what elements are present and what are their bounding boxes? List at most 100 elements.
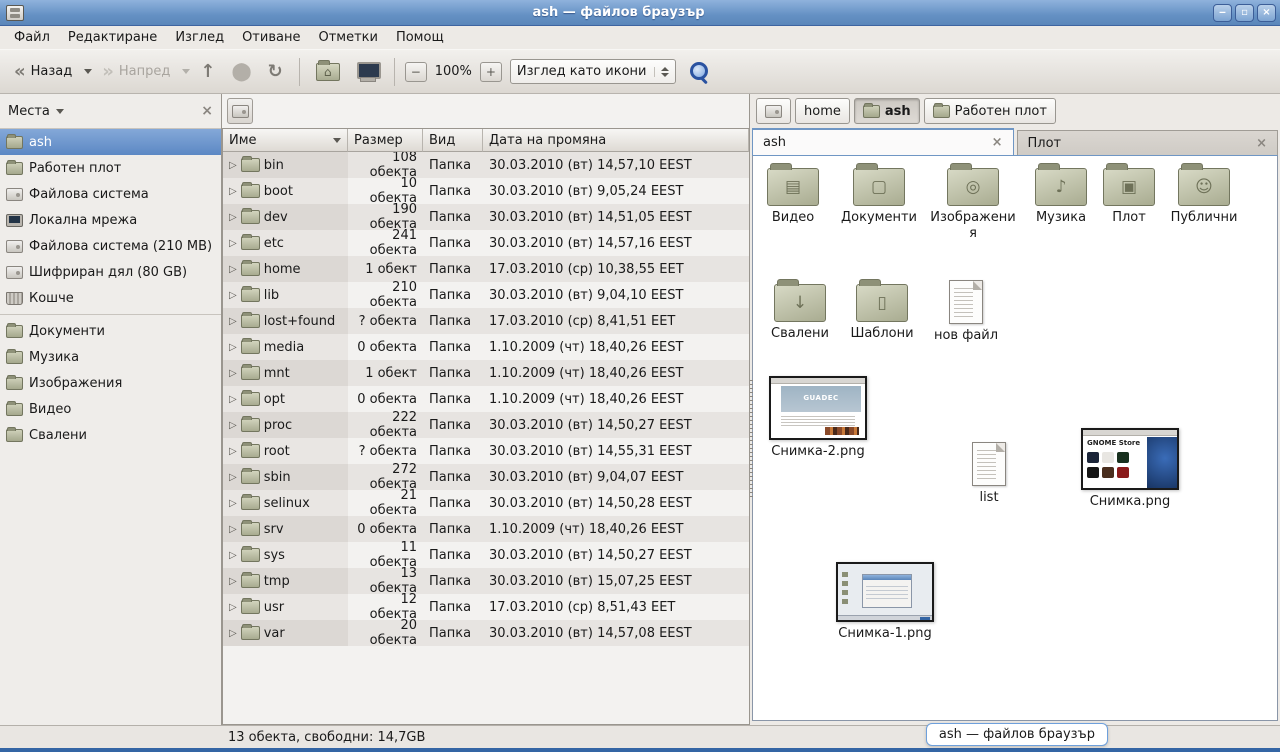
path-button-root[interactable]: [756, 98, 791, 124]
expander-icon[interactable]: ▷: [229, 290, 237, 301]
expander-icon[interactable]: ▷: [229, 342, 237, 353]
reload-button[interactable]: ↻: [262, 59, 289, 85]
sidebar-item-Музика[interactable]: Музика: [0, 344, 221, 370]
tab-close-icon[interactable]: ×: [992, 135, 1003, 150]
file-item-Видео[interactable]: ▤Видео: [753, 168, 833, 226]
sidebar-title[interactable]: Места: [8, 104, 50, 119]
expander-icon[interactable]: ▷: [229, 472, 237, 483]
view-mode-select[interactable]: Изглед като икони: [510, 59, 677, 84]
menu-item-Отиване[interactable]: Отиване: [234, 28, 308, 47]
expander-icon[interactable]: ▷: [229, 160, 237, 171]
table-row[interactable]: ▷bin108 обектаПапка30.03.2010 (вт) 14,57…: [223, 152, 749, 178]
table-row[interactable]: ▷proc222 обектаПапка30.03.2010 (вт) 14,5…: [223, 412, 749, 438]
table-row[interactable]: ▷selinux21 обектаПапка30.03.2010 (вт) 14…: [223, 490, 749, 516]
expander-icon[interactable]: ▷: [229, 394, 237, 405]
file-item-Шаблони[interactable]: ▯Шаблони: [842, 284, 922, 342]
sidebar-item-Изображения[interactable]: Изображения: [0, 370, 221, 396]
file-item-Публични[interactable]: ☺Публични: [1162, 168, 1246, 226]
zoom-out-button[interactable]: −: [405, 62, 427, 82]
expander-icon[interactable]: ▷: [229, 238, 237, 249]
table-row[interactable]: ▷media0 обектаПапка1.10.2009 (чт) 18,40,…: [223, 334, 749, 360]
back-history-chevron-icon[interactable]: [84, 69, 92, 74]
table-row[interactable]: ▷dev190 обектаПапка30.03.2010 (вт) 14,51…: [223, 204, 749, 230]
close-button[interactable]: ×: [1257, 4, 1276, 22]
file-item-Свалени[interactable]: ↓Свалени: [760, 284, 840, 342]
table-row[interactable]: ▷tmp13 обектаПапка30.03.2010 (вт) 15,07,…: [223, 568, 749, 594]
forward-history-chevron-icon[interactable]: [182, 69, 190, 74]
file-item-Документи[interactable]: ▢Документи: [837, 168, 921, 226]
table-row[interactable]: ▷srv0 обектаПапка1.10.2009 (чт) 18,40,26…: [223, 516, 749, 542]
file-item-Снимка-2.png[interactable]: GUADECСнимка-2.png: [766, 376, 870, 460]
tab-close-icon[interactable]: ×: [1256, 136, 1267, 151]
menu-item-Изглед[interactable]: Изглед: [167, 28, 232, 47]
sidebar-close-icon[interactable]: ×: [201, 103, 213, 119]
icon-view[interactable]: ▤Видео▢Документи◎Изображения♪Музика▣Плот…: [752, 155, 1278, 721]
path-button-home[interactable]: home: [795, 98, 850, 124]
search-icon[interactable]: [688, 61, 710, 83]
table-row[interactable]: ▷boot10 обектаПапка30.03.2010 (вт) 9,05,…: [223, 178, 749, 204]
expander-icon[interactable]: ▷: [229, 264, 237, 275]
sidebar-item-Работен плот[interactable]: Работен плот: [0, 155, 221, 181]
path-button-Работен плот[interactable]: Работен плот: [924, 98, 1056, 124]
expander-icon[interactable]: ▷: [229, 420, 237, 431]
menu-item-Отметки[interactable]: Отметки: [310, 28, 385, 47]
tab-Плот[interactable]: Плот×: [1017, 130, 1279, 155]
sidebar-item-ash[interactable]: ash: [0, 129, 221, 155]
sidebar-item-Файлова система (210 MB)[interactable]: Файлова система (210 MB): [0, 233, 221, 259]
table-row[interactable]: ▷mnt1 обектПапка1.10.2009 (чт) 18,40,26 …: [223, 360, 749, 386]
expander-icon[interactable]: ▷: [229, 628, 237, 639]
expander-icon[interactable]: ▷: [229, 368, 237, 379]
forward-button[interactable]: » Напред: [96, 59, 176, 85]
back-button[interactable]: « Назад: [8, 59, 78, 85]
table-row[interactable]: ▷home1 обектПапка17.03.2010 (ср) 10,38,5…: [223, 256, 749, 282]
expander-icon[interactable]: ▷: [229, 186, 237, 197]
expander-icon[interactable]: ▷: [229, 524, 237, 535]
menu-item-Файл[interactable]: Файл: [6, 28, 58, 47]
column-header-Име[interactable]: Име: [223, 129, 348, 152]
file-item-Плот[interactable]: ▣Плот: [1089, 168, 1169, 226]
menu-item-Помощ[interactable]: Помощ: [388, 28, 452, 47]
expander-icon[interactable]: ▷: [229, 576, 237, 587]
expander-icon[interactable]: ▷: [229, 212, 237, 223]
tab-ash[interactable]: ash×: [752, 128, 1014, 155]
file-item-list[interactable]: list: [959, 442, 1019, 506]
column-header-Дата на промяна[interactable]: Дата на промяна: [483, 129, 749, 152]
minimize-button[interactable]: ‒: [1213, 4, 1232, 22]
maximize-button[interactable]: ▫: [1235, 4, 1254, 22]
root-location-button[interactable]: [227, 98, 253, 124]
sidebar-item-Видео[interactable]: Видео: [0, 396, 221, 422]
sidebar-title-chevron-icon[interactable]: [56, 109, 64, 114]
table-row[interactable]: ▷usr12 обектаПапка17.03.2010 (ср) 8,51,4…: [223, 594, 749, 620]
up-button[interactable]: ↑: [194, 59, 221, 85]
sidebar-item-Локална мрежа[interactable]: Локална мрежа: [0, 207, 221, 233]
file-item-Изображения[interactable]: ◎Изображения: [927, 168, 1019, 243]
titlebar[interactable]: ash — файлов браузър ‒ ▫ ×: [0, 0, 1280, 26]
file-item-Снимка.png[interactable]: GNOME StoreСнимка.png: [1074, 428, 1186, 510]
sidebar-item-Документи[interactable]: Документи: [0, 318, 221, 344]
sidebar-item-Кошче[interactable]: Кошче: [0, 285, 221, 311]
sidebar-item-Свалени[interactable]: Свалени: [0, 422, 221, 448]
sidebar-item-Шифриран дял (80 GB)[interactable]: Шифриран дял (80 GB): [0, 259, 221, 285]
sidebar-item-Файлова система[interactable]: Файлова система: [0, 181, 221, 207]
column-header-Размер[interactable]: Размер: [348, 129, 423, 152]
table-row[interactable]: ▷var20 обектаПапка30.03.2010 (вт) 14,57,…: [223, 620, 749, 646]
column-header-Вид[interactable]: Вид: [423, 129, 483, 152]
home-button[interactable]: [310, 59, 346, 85]
expander-icon[interactable]: ▷: [229, 498, 237, 509]
zoom-in-button[interactable]: +: [480, 62, 502, 82]
path-button-ash[interactable]: ash: [854, 98, 920, 124]
expander-icon[interactable]: ▷: [229, 550, 237, 561]
expander-icon[interactable]: ▷: [229, 446, 237, 457]
table-row[interactable]: ▷opt0 обектаПапка1.10.2009 (чт) 18,40,26…: [223, 386, 749, 412]
expander-icon[interactable]: ▷: [229, 316, 237, 327]
table-row[interactable]: ▷sys11 обектаПапка30.03.2010 (вт) 14,50,…: [223, 542, 749, 568]
table-row[interactable]: ▷lib210 обектаПапка30.03.2010 (вт) 9,04,…: [223, 282, 749, 308]
expander-icon[interactable]: ▷: [229, 602, 237, 613]
file-item-Снимка-1.png[interactable]: Снимка-1.png: [833, 562, 937, 642]
table-row[interactable]: ▷root? обектаПапка30.03.2010 (вт) 14,55,…: [223, 438, 749, 464]
table-row[interactable]: ▷sbin272 обектаПапка30.03.2010 (вт) 9,04…: [223, 464, 749, 490]
file-item-нов файл[interactable]: нов файл: [926, 280, 1006, 344]
stop-button[interactable]: ⬤: [225, 59, 257, 85]
computer-button[interactable]: [350, 58, 384, 86]
table-row[interactable]: ▷lost+found? обектаПапка17.03.2010 (ср) …: [223, 308, 749, 334]
